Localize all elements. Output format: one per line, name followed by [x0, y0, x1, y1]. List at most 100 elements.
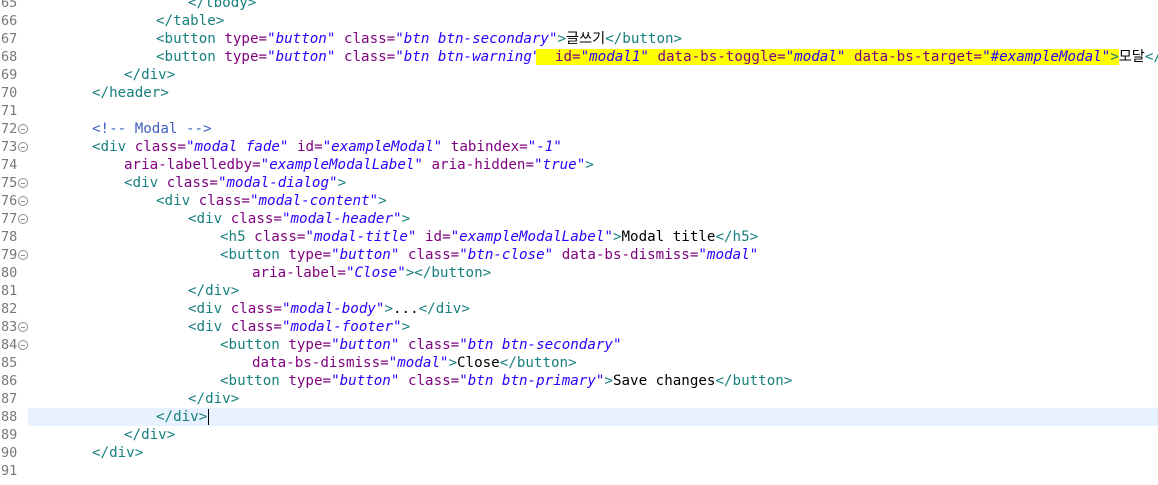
code-attribute: class= — [230, 301, 282, 317]
code-tag: </h5> — [715, 229, 759, 245]
code-text: Close — [457, 355, 500, 371]
code-line[interactable]: 70 </header> — [0, 84, 1158, 102]
code-text-line: </tbody> — [188, 0, 256, 12]
code-line[interactable]: 83 <div class="modal-footer"> — [0, 318, 1158, 336]
code-line[interactable]: 87 </div> — [0, 390, 1158, 408]
code-line[interactable]: 79 <button type="button" class="btn-close… — [0, 246, 1158, 264]
code-tag: <div — [188, 319, 231, 335]
code-tag: <button — [156, 31, 225, 47]
code-tag: > — [401, 319, 411, 335]
code-line[interactable]: 85 data-bs-dismiss="modal">Close</button> — [0, 354, 1158, 372]
code-tag: > — [557, 31, 567, 47]
code-line[interactable]: 82 <div class="modal-body">...</div> — [0, 300, 1158, 318]
code-value: "exampleModalLabel" — [450, 229, 613, 245]
code-tag: > — [604, 373, 613, 389]
code-tag: <div — [188, 301, 231, 317]
line-number: 71 — [1, 103, 18, 119]
code-tag: <button — [220, 247, 289, 263]
code-value: "Close" — [345, 265, 406, 281]
code-attribute: class= — [166, 175, 218, 191]
line-number: 70 — [1, 85, 18, 101]
fold-collapse-icon[interactable] — [18, 250, 28, 260]
line-number: 88 — [1, 409, 18, 425]
code-line[interactable]: 67 <button type="button" class="btn btn-s… — [0, 30, 1158, 48]
code-tag: </button> — [1144, 49, 1158, 65]
code-line[interactable]: 71 — [0, 102, 1158, 120]
code-text: ... — [393, 301, 419, 317]
code-tag: </header> — [92, 85, 169, 101]
code-line[interactable]: 75 <div class="modal-dialog"> — [0, 174, 1158, 192]
code-value: "button" — [267, 31, 336, 47]
code-line[interactable]: 76 <div class="modal-content"> — [0, 192, 1158, 210]
fold-collapse-icon[interactable] — [18, 214, 28, 224]
code-value: "button" — [331, 337, 400, 353]
code-line[interactable]: 84 <button type="button" class="btn btn-s… — [0, 336, 1158, 354]
code-line[interactable]: 66 </table> — [0, 12, 1158, 30]
code-line[interactable]: 90 </div> — [0, 444, 1158, 462]
fold-collapse-icon[interactable] — [18, 178, 28, 188]
line-number: 91 — [1, 463, 18, 479]
line-number: 81 — [1, 283, 18, 299]
code-value: "-1" — [527, 139, 562, 155]
code-tag: > — [585, 157, 594, 173]
code-line[interactable]: 89 </div> — [0, 426, 1158, 444]
code-tag: </div> — [418, 301, 470, 317]
code-attribute: id= — [288, 139, 323, 155]
code-text-line: <button type="button" class="btn btn-pri… — [220, 372, 792, 390]
code-line[interactable]: 91 — [0, 462, 1158, 480]
code-tag: > — [448, 355, 458, 371]
code-tag: </div> — [188, 283, 240, 299]
code-text-line: <div class="modal-content"> — [156, 192, 387, 210]
code-editor[interactable]: 65 </tbody> 66 </table> 67 <button type="butt… — [0, 0, 1158, 485]
highlighted-code-value: "#exampleModal" — [982, 49, 1111, 65]
code-tag: > — [337, 175, 347, 191]
code-attribute: class= — [254, 229, 306, 245]
text-cursor — [208, 409, 210, 425]
code-text-line: <div class="modal fade" id="exampleModal… — [92, 138, 562, 156]
code-text: 모달 — [1118, 49, 1145, 65]
fold-collapse-icon[interactable] — [18, 124, 28, 134]
code-value: "modal" — [698, 247, 759, 263]
line-number: 67 — [1, 31, 18, 47]
highlighted-code-attribute: data-bs-toggle= — [648, 49, 786, 65]
fold-collapse-icon[interactable] — [18, 322, 28, 332]
highlighted-code-attribute: data-bs-target= — [845, 49, 983, 65]
code-value: "modal-footer" — [281, 319, 402, 335]
code-attribute: type= — [288, 337, 332, 353]
code-line[interactable]: 68 <button type="button" class="btn btn-w… — [0, 48, 1158, 66]
code-text-line: <div class="modal-body">...</div> — [188, 300, 470, 318]
line-number: 78 — [1, 229, 18, 245]
code-line[interactable]: 81 </div> — [0, 282, 1158, 300]
code-attribute: class= — [198, 193, 250, 209]
code-tag: </div> — [156, 409, 208, 425]
line-number: 82 — [1, 301, 18, 317]
line-number: 69 — [1, 67, 18, 83]
code-line[interactable]: 88 </div> — [0, 408, 1158, 426]
code-tag: > — [378, 193, 387, 209]
code-line[interactable]: 78 <h5 class="modal-title" id="exampleMod… — [0, 228, 1158, 246]
code-line[interactable]: 73 <div class="modal fade" id="exampleMod… — [0, 138, 1158, 156]
code-value: "modal" — [388, 355, 449, 371]
code-tag: </div> — [124, 427, 176, 443]
code-value: "modal-title" — [305, 229, 417, 245]
code-line[interactable]: 74 aria-labelledby="exampleModalLabel" ar… — [0, 156, 1158, 174]
fold-collapse-icon[interactable] — [18, 340, 28, 350]
code-line[interactable]: 69 </div> — [0, 66, 1158, 84]
highlighted-code-attribute: id= — [536, 49, 581, 65]
code-line[interactable]: 77 <div class="modal-header"> — [0, 210, 1158, 228]
fold-collapse-icon[interactable] — [18, 196, 28, 206]
code-tag: </tbody> — [188, 0, 257, 11]
line-number: 74 — [1, 157, 18, 173]
code-line[interactable]: 86 <button type="button" class="btn btn-p… — [0, 372, 1158, 390]
code-attribute: data-bs-dismiss= — [252, 355, 389, 371]
code-tag: <div — [188, 211, 231, 227]
code-line[interactable]: 80 aria-label="Close"></button> — [0, 264, 1158, 282]
code-value: "modal-body" — [281, 301, 385, 317]
line-number: 80 — [1, 265, 18, 281]
code-value: "modal-dialog" — [217, 175, 338, 191]
code-line[interactable]: 72 <!-- Modal --> — [0, 120, 1158, 138]
code-attribute: id= — [416, 229, 451, 245]
code-tag: </table> — [156, 13, 225, 29]
fold-collapse-icon[interactable] — [18, 142, 28, 152]
code-line[interactable]: 65 </tbody> — [0, 0, 1158, 12]
